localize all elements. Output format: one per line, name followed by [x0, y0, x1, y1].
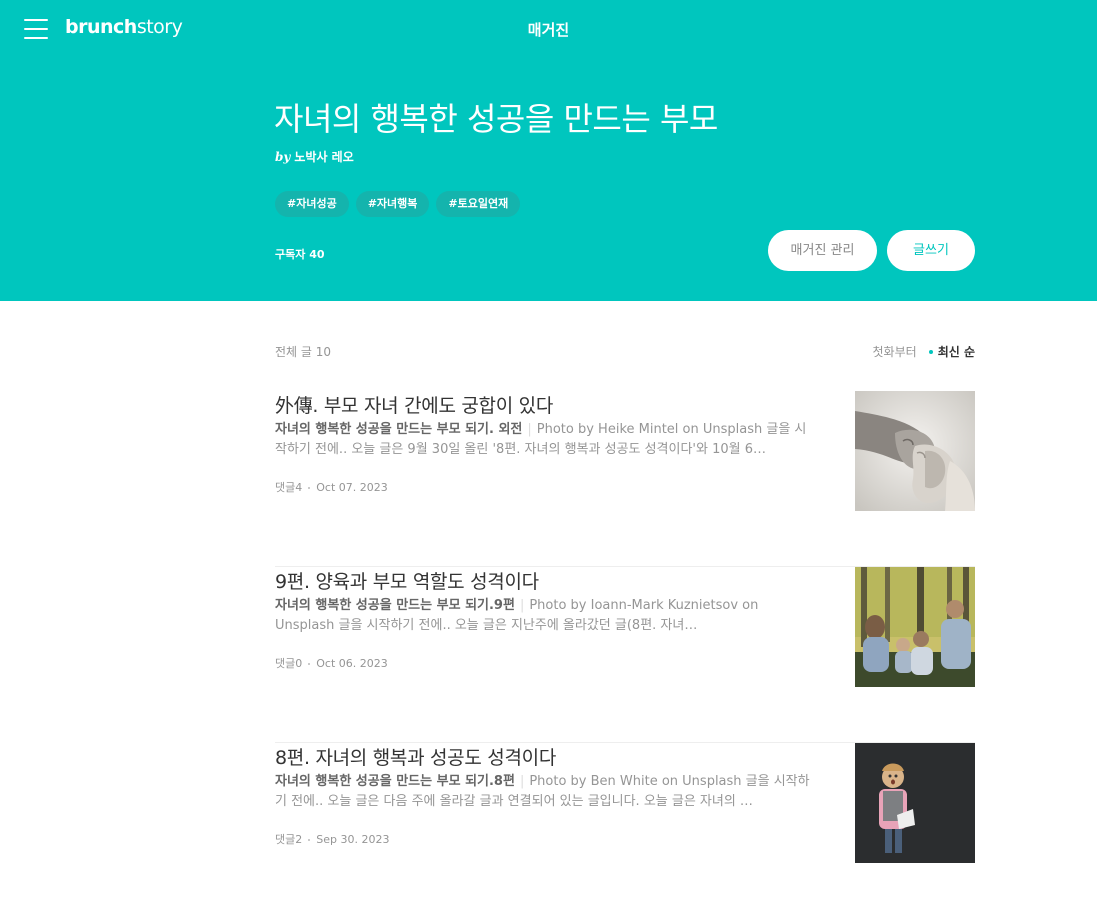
article-list-header: 전체 글 10 첫화부터 최신 순 — [275, 343, 975, 361]
article-meta: 댓글2 Sep 30. 2023 — [275, 831, 389, 847]
tag-chip[interactable]: #자녀행복 — [355, 191, 430, 217]
family-photo-thumbnail[interactable] — [855, 567, 975, 687]
magazine-title: 자녀의 행복한 성공을 만드는 부모 — [274, 100, 718, 138]
separator-bar: | — [527, 422, 532, 437]
child-photo-thumbnail[interactable] — [855, 743, 975, 863]
sort-first-button[interactable]: 첫화부터 — [873, 343, 917, 360]
author-link[interactable]: 노박사 레오 — [294, 150, 353, 164]
article-title[interactable]: 外傳. 부모 자녀 간에도 궁합이 있다 — [275, 391, 815, 418]
magazine-cover: brunchstory 매거진 자녀의 행복한 성공을 만드는 부모 by 노박사… — [0, 0, 1097, 301]
by-label: by — [275, 150, 291, 164]
separator-bar: | — [519, 774, 525, 789]
meta-dot — [308, 663, 311, 665]
article-meta: 댓글4 Oct 07. 2023 — [275, 479, 388, 495]
article-title[interactable]: 9편. 양육과 부모 역할도 성격이다 — [275, 567, 815, 594]
article-title[interactable]: 8편. 자녀의 행복과 성공도 성격이다 — [275, 743, 815, 770]
selected-dot-icon — [928, 349, 933, 354]
publish-date: Oct 06. 2023 — [316, 657, 388, 670]
article-count: 전체 글 10 — [275, 345, 332, 359]
manage-magazine-button[interactable]: 매거진 관리 — [768, 230, 877, 271]
page-title: 매거진 — [527, 21, 570, 39]
sort-latest-button[interactable]: 최신 순 — [938, 343, 975, 360]
article-item[interactable]: 外傳. 부모 자녀 간에도 궁합이 있다 자녀의 행복한 성공을 만드는 부모 … — [275, 391, 975, 567]
sort-options: 첫화부터 최신 순 — [873, 343, 975, 360]
byline: by 노박사 레오 — [275, 148, 354, 165]
separator-bar: | — [519, 598, 525, 613]
publish-date: Sep 30. 2023 — [316, 833, 390, 846]
comment-count: 댓글0 — [275, 657, 303, 670]
comment-count: 댓글2 — [275, 833, 303, 846]
article-item[interactable]: 8편. 자녀의 행복과 성공도 성격이다 자녀의 행복한 성공을 만드는 부모 … — [275, 743, 975, 898]
article-subtitle: 자녀의 행복한 성공을 만드는 부모 되기.8편 — [275, 774, 515, 789]
article-summary: 자녀의 행복한 성공을 만드는 부모 되기.8편 | Photo by Ben Wh… — [275, 772, 815, 814]
article-summary: 자녀의 행복한 성공을 만드는 부모 되기. 외전 | Photo by Heike… — [275, 420, 815, 462]
write-button[interactable]: 글쓰기 — [887, 230, 975, 271]
hands-photo-thumbnail[interactable] — [855, 391, 975, 511]
meta-dot — [308, 839, 311, 841]
publish-date: Oct 07. 2023 — [316, 481, 388, 494]
tag-list: #자녀성공 #자녀행복 #토요일연재 — [275, 191, 521, 217]
comment-count: 댓글4 — [275, 481, 303, 494]
article-subtitle: 자녀의 행복한 성공을 만드는 부모 되기.9편 — [275, 598, 515, 613]
article-summary: 자녀의 행복한 성공을 만드는 부모 되기.9편 | Photo by Ioann-… — [275, 596, 815, 638]
article-item[interactable]: 9편. 양육과 부모 역할도 성격이다 자녀의 행복한 성공을 만드는 부모 되… — [275, 567, 975, 743]
article-meta: 댓글0 Oct 06. 2023 — [275, 655, 388, 671]
meta-dot — [308, 487, 311, 489]
tag-chip[interactable]: #토요일연재 — [436, 191, 521, 217]
subscriber-count[interactable]: 구독자 40 — [275, 246, 325, 262]
tag-chip[interactable]: #자녀성공 — [275, 191, 349, 217]
article-subtitle: 자녀의 행복한 성공을 만드는 부모 되기. 외전 — [275, 422, 523, 437]
